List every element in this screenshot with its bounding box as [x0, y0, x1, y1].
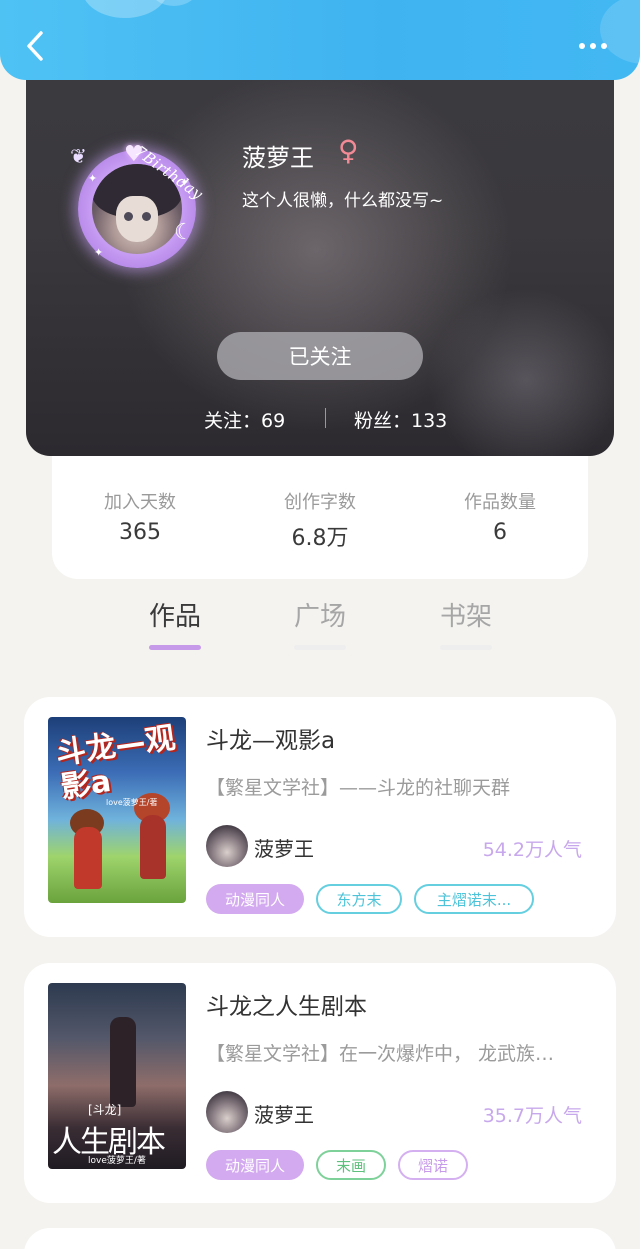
book-cover[interactable]: 斗龙—观影a love菠萝王/著 — [48, 717, 186, 903]
book-description: 【繁星文学社】——斗龙的社聊天群 — [206, 777, 511, 799]
author-name[interactable]: 菠萝王 — [254, 833, 314, 862]
follow-stats: 关注：69 粉丝：133 — [26, 406, 614, 432]
stat-label: 创作字数 — [284, 492, 356, 513]
author-name[interactable]: 菠萝王 — [254, 1099, 314, 1128]
stat-word-count: 创作字数 6.8万 — [240, 488, 400, 552]
more-button[interactable] — [572, 30, 614, 62]
book-card[interactable]: 斗龙—观影a love菠萝王/著 斗龙—观影a 【繁星文学社】——斗龙的社聊天群… — [24, 697, 616, 937]
following-count[interactable]: 关注：69 — [204, 406, 285, 433]
tag[interactable]: 东方末 — [316, 884, 402, 914]
author-avatar[interactable] — [206, 1091, 248, 1133]
stat-value: 6.8万 — [291, 526, 349, 551]
tab-works[interactable]: 作品 — [135, 596, 215, 650]
fans-count[interactable]: 粉丝：133 — [354, 406, 447, 433]
tab-label: 书架 — [439, 602, 492, 632]
tab-indicator — [294, 645, 346, 650]
cover-author: love菠萝王/著 — [88, 1156, 146, 1166]
tag[interactable]: 熠诺 — [398, 1150, 468, 1180]
book-cover[interactable]: [斗龙] 人生剧本 love菠萝王/著 — [48, 983, 186, 1169]
tab-indicator — [440, 645, 492, 650]
creator-stats-card: 加入天数 365 创作字数 6.8万 作品数量 6 — [52, 440, 588, 579]
stat-label: 加入天数 — [104, 492, 176, 513]
user-bio: 这个人很懒，什么都没写~ — [242, 191, 444, 211]
stat-label: 作品数量 — [464, 492, 536, 513]
stat-works-count: 作品数量 6 — [420, 488, 580, 545]
cover-title: 斗龙—观影a — [53, 720, 178, 806]
wing-icon: ❦ — [70, 144, 87, 168]
tag[interactable]: 动漫同人 — [206, 884, 304, 914]
profile-tabs: 作品 广场 书架 — [0, 596, 640, 656]
profile-header: ♥ ☾ ❦ ✦ ✦ ✦ 7Birthday 菠萝王 ♀ 这个人很懒，什么都没写~… — [26, 80, 614, 456]
cover-figure — [140, 815, 166, 879]
more-dots-icon — [579, 43, 585, 49]
cover-figure — [74, 827, 102, 889]
book-title[interactable]: 斗龙—观影a — [206, 721, 335, 755]
book-card[interactable]: [斗龙] 人生剧本 love菠萝王/著 斗龙之人生剧本 【繁星文学社】在一次爆炸… — [24, 963, 616, 1203]
more-dot — [601, 43, 607, 49]
moon-icon: ☾ — [174, 220, 194, 245]
stat-value: 6 — [493, 520, 507, 545]
avatar-face — [116, 196, 158, 242]
tab-bookshelf[interactable]: 书架 — [426, 596, 506, 650]
avatar[interactable]: ♥ ☾ ❦ ✦ ✦ ✦ 7Birthday — [70, 136, 207, 272]
back-button[interactable] — [18, 28, 52, 64]
popularity-count: 54.2万人气 — [482, 839, 582, 861]
tab-indicator — [149, 645, 201, 650]
tab-label: 作品 — [148, 602, 201, 632]
book-title[interactable]: 斗龙之人生剧本 — [206, 987, 367, 1021]
follow-button[interactable]: 已关注 — [217, 332, 423, 380]
cover-series: [斗龙] — [88, 1103, 122, 1117]
book-card[interactable] — [24, 1228, 616, 1249]
tag[interactable]: 主熠诺末... — [414, 884, 534, 914]
tag[interactable]: 末画 — [316, 1150, 386, 1180]
username: 菠萝王 — [242, 144, 314, 172]
top-bar — [0, 0, 640, 80]
more-dot — [590, 43, 596, 49]
cover-author: love菠萝王/著 — [106, 798, 158, 807]
popularity-count: 35.7万人气 — [482, 1105, 582, 1127]
tab-square[interactable]: 广场 — [280, 596, 360, 650]
book-description: 【繁星文学社】在一次爆炸中， 龙武族… — [206, 1043, 555, 1065]
stat-value: 365 — [119, 520, 161, 545]
stat-join-days: 加入天数 365 — [60, 488, 220, 545]
avatar-eye — [142, 212, 151, 221]
author-avatar[interactable] — [206, 825, 248, 867]
chevron-left-icon — [27, 31, 43, 61]
tag[interactable]: 动漫同人 — [206, 1150, 304, 1180]
decor-bubble — [82, 0, 168, 18]
tab-label: 广场 — [293, 602, 346, 632]
avatar-eye — [124, 212, 133, 221]
cover-figure — [110, 1017, 136, 1107]
star-icon: ✦ — [94, 246, 104, 259]
divider — [325, 408, 326, 428]
star-icon: ✦ — [88, 172, 98, 185]
female-icon: ♀ — [338, 134, 359, 167]
